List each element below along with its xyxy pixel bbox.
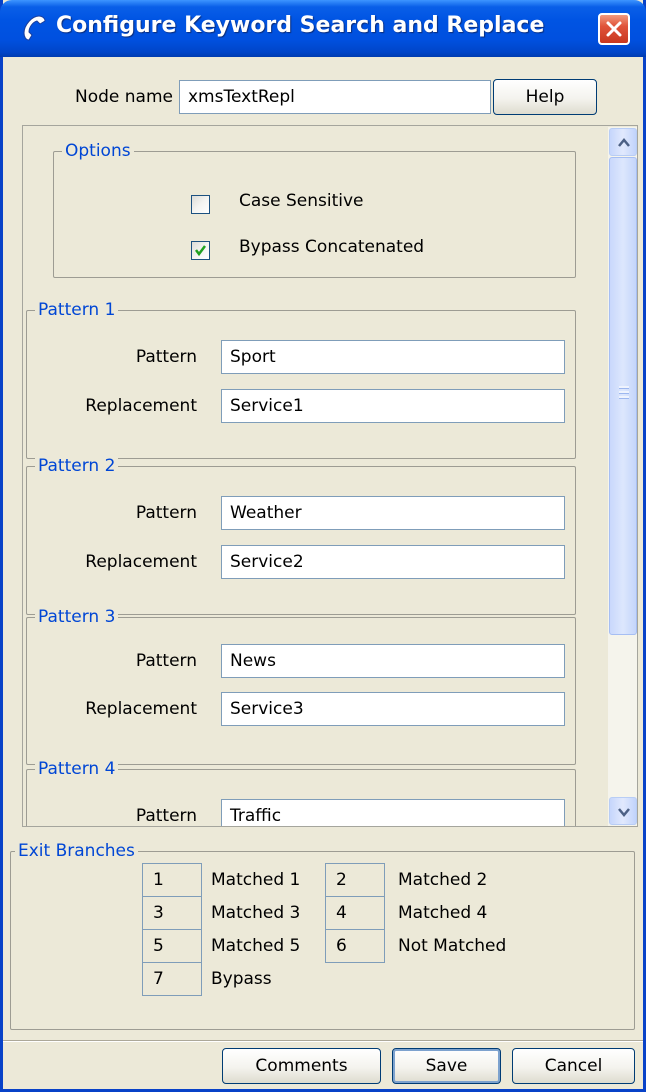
branch-number: 1 <box>142 863 202 897</box>
dialog-window: Configure Keyword Search and Replace Nod… <box>0 0 646 1092</box>
branch-number: 4 <box>325 896 385 930</box>
comments-button[interactable]: Comments <box>222 1048 381 1084</box>
branch-label: Matched 2 <box>398 870 488 890</box>
save-button[interactable]: Save <box>392 1048 501 1084</box>
footer-separator <box>3 1040 643 1042</box>
pattern-4-legend: Pattern 4 <box>35 757 119 781</box>
vertical-scrollbar[interactable] <box>608 127 637 826</box>
pattern-1-pattern-label: Pattern <box>135 347 197 367</box>
pattern-4-pattern-input[interactable]: Traffic <box>221 799 565 826</box>
chevron-down-icon <box>618 808 630 817</box>
pattern-3-replacement-input[interactable]: Service3 <box>221 692 565 726</box>
options-group: Options Case Sensitive Bypass Concatenat… <box>53 139 576 278</box>
node-name-label: Node name <box>75 87 173 107</box>
window-title: Configure Keyword Search and Replace <box>56 13 545 38</box>
pattern-4-group: Pattern 4 Pattern Traffic <box>26 757 576 826</box>
node-name-input[interactable]: xmsTextRepl <box>179 80 491 114</box>
bypass-concatenated-label: Bypass Concatenated <box>239 237 425 257</box>
close-button[interactable] <box>598 13 630 45</box>
branch-label: Bypass <box>211 969 272 989</box>
help-button[interactable]: Help <box>493 79 597 115</box>
branch-label: Matched 3 <box>211 903 301 923</box>
exit-branches-legend: Exit Branches <box>15 839 138 863</box>
pattern-1-legend: Pattern 1 <box>35 298 119 322</box>
branch-number: 5 <box>142 929 202 963</box>
pattern-1-replacement-label: Replacement <box>85 396 197 416</box>
chevron-up-icon <box>618 138 630 147</box>
cancel-button[interactable]: Cancel <box>512 1048 635 1084</box>
branch-label: Not Matched <box>398 936 507 956</box>
phone-handset-icon <box>23 15 46 41</box>
pattern-2-pattern-input[interactable]: Weather <box>221 496 565 530</box>
title-bar[interactable]: Configure Keyword Search and Replace <box>0 0 646 57</box>
bypass-concatenated-checkbox[interactable] <box>191 241 210 260</box>
pattern-2-group: Pattern 2 Pattern Weather Replacement Se… <box>26 454 576 615</box>
pattern-1-replacement-input[interactable]: Service1 <box>221 389 565 423</box>
pattern-4-pattern-label: Pattern <box>135 806 197 826</box>
pattern-2-legend: Pattern 2 <box>35 454 119 478</box>
pattern-3-group: Pattern 3 Pattern News Replacement Servi… <box>26 605 576 765</box>
pattern-2-replacement-input[interactable]: Service2 <box>221 545 565 579</box>
exit-branches-group: Exit Branches 1 Matched 1 2 Matched 2 3 … <box>10 839 635 1030</box>
scroll-down-button[interactable] <box>609 797 637 825</box>
scrollbar-thumb[interactable] <box>609 157 637 635</box>
thumb-grip <box>619 391 629 394</box>
branch-number: 2 <box>325 863 385 897</box>
pattern-3-pattern-label: Pattern <box>135 651 197 671</box>
branch-label: Matched 1 <box>211 870 301 890</box>
checkmark-icon <box>195 245 206 257</box>
branch-number: 3 <box>142 896 202 930</box>
pattern-3-legend: Pattern 3 <box>35 605 119 629</box>
pattern-2-replacement-label: Replacement <box>85 552 197 572</box>
scroll-up-button[interactable] <box>609 128 637 156</box>
branch-number: 7 <box>142 962 202 996</box>
options-legend: Options <box>62 139 134 163</box>
branch-label: Matched 4 <box>398 903 488 923</box>
case-sensitive-label: Case Sensitive <box>239 191 364 211</box>
pattern-3-replacement-label: Replacement <box>85 699 197 719</box>
pattern-2-pattern-label: Pattern <box>135 503 197 523</box>
close-icon <box>606 21 622 37</box>
pattern-1-group: Pattern 1 Pattern Sport Replacement Serv… <box>26 298 576 459</box>
pattern-1-pattern-input[interactable]: Sport <box>221 340 565 374</box>
branch-number: 6 <box>325 929 385 963</box>
case-sensitive-checkbox[interactable] <box>191 195 210 214</box>
branch-label: Matched 5 <box>211 936 301 956</box>
pattern-3-pattern-input[interactable]: News <box>221 644 565 678</box>
thumb-grip <box>619 386 629 389</box>
thumb-grip <box>619 396 629 399</box>
patterns-scroll-panel[interactable]: Options Case Sensitive Bypass Concatenat… <box>22 125 638 827</box>
